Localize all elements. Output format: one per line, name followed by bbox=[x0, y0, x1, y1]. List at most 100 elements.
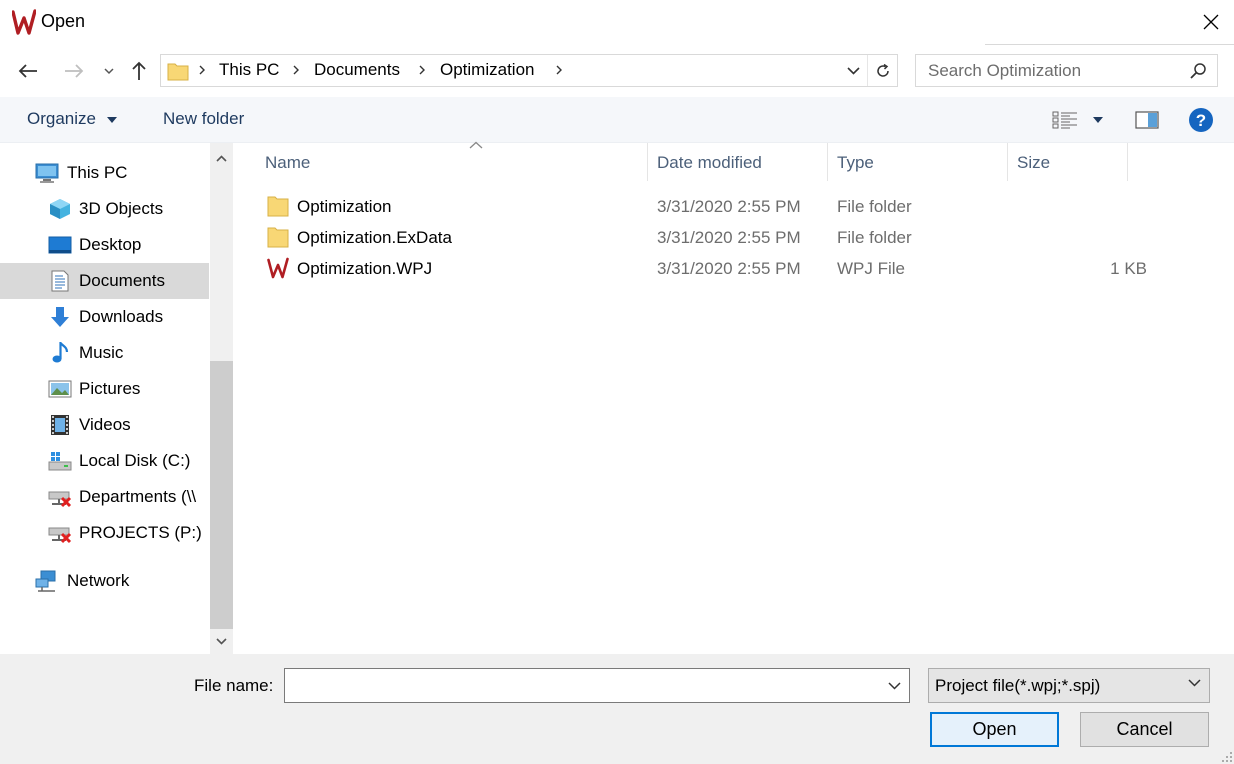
organize-menu-button[interactable]: Organize bbox=[27, 109, 118, 129]
refresh-icon bbox=[876, 63, 889, 77]
command-toolbar: Organize New folder ? bbox=[0, 97, 1234, 143]
column-header-name[interactable]: Name bbox=[257, 141, 647, 181]
desktop-icon bbox=[48, 236, 72, 254]
recent-locations-button[interactable] bbox=[100, 60, 118, 82]
file-type: File folder bbox=[837, 197, 912, 216]
pictures-icon bbox=[48, 380, 72, 398]
column-header-date-modified[interactable]: Date modified bbox=[648, 143, 827, 181]
file-type-filter-select[interactable]: Project file(*.wpj;*.spj) bbox=[928, 668, 1210, 703]
column-header-size[interactable]: Size bbox=[1008, 143, 1127, 181]
sidebar-item-music[interactable]: Music bbox=[0, 335, 209, 371]
breadcrumb-this-pc[interactable]: This PC bbox=[219, 60, 279, 80]
file-name-dropdown[interactable] bbox=[880, 669, 909, 702]
sidebar-scrollbar[interactable] bbox=[210, 143, 233, 654]
sidebar-label-music: Music bbox=[79, 343, 124, 362]
wpj-file-icon bbox=[267, 257, 289, 279]
forward-button[interactable] bbox=[60, 58, 88, 84]
computer-icon bbox=[35, 163, 59, 183]
file-row[interactable]: Optimization.ExData 3/31/2020 2:55 PM Fi… bbox=[263, 222, 1158, 253]
w-logo-icon bbox=[12, 9, 36, 35]
caret-down-icon bbox=[106, 116, 117, 123]
file-size: 1 KB bbox=[1110, 259, 1147, 278]
svg-text:?: ? bbox=[1196, 111, 1206, 130]
file-row[interactable]: Optimization 3/31/2020 2:55 PM File fold… bbox=[263, 191, 1158, 222]
sidebar-item-3d-objects[interactable]: 3D Objects bbox=[0, 191, 209, 227]
file-name-input[interactable] bbox=[284, 668, 910, 703]
title-bar: Open bbox=[0, 0, 1234, 44]
file-type-filter-value: Project file(*.wpj;*.spj) bbox=[935, 676, 1101, 695]
breadcrumb-documents[interactable]: Documents bbox=[314, 60, 400, 80]
network-drive-disconnected-icon bbox=[48, 527, 72, 544]
sidebar-label-local-disk: Local Disk (C:) bbox=[79, 451, 191, 470]
column-label-date: Date modified bbox=[657, 153, 762, 172]
network-icon bbox=[35, 570, 56, 592]
scroll-up-button[interactable] bbox=[210, 147, 233, 169]
sidebar-item-departments[interactable]: Departments (\\ bbox=[0, 479, 209, 515]
sidebar-item-projects[interactable]: PROJECTS (P:) bbox=[0, 515, 209, 551]
sidebar-label-3d-objects: 3D Objects bbox=[79, 199, 164, 218]
chevron-down-icon bbox=[1188, 679, 1201, 687]
change-view-button[interactable] bbox=[1050, 107, 1106, 133]
search-icon bbox=[1190, 63, 1206, 79]
close-button[interactable] bbox=[1188, 0, 1234, 44]
details-view-icon bbox=[1052, 111, 1077, 129]
resize-grip-icon[interactable] bbox=[1220, 750, 1234, 764]
address-bar[interactable]: This PC Documents Optimization bbox=[160, 54, 898, 87]
cube-icon bbox=[50, 199, 70, 219]
help-button[interactable]: ? bbox=[1187, 106, 1215, 134]
address-history-dropdown[interactable] bbox=[839, 55, 867, 86]
chevron-up-icon bbox=[216, 154, 227, 162]
search-input[interactable]: Search Optimization bbox=[915, 54, 1218, 87]
close-icon bbox=[1203, 14, 1219, 30]
file-name: Optimization.WPJ bbox=[297, 259, 433, 278]
sidebar-item-desktop[interactable]: Desktop bbox=[0, 227, 209, 263]
file-type: WPJ File bbox=[837, 259, 905, 278]
sidebar-item-network[interactable]: Network bbox=[0, 563, 209, 599]
folder-icon bbox=[167, 63, 189, 81]
arrow-right-icon bbox=[65, 64, 84, 78]
music-icon bbox=[52, 342, 69, 363]
sidebar-item-videos[interactable]: Videos bbox=[0, 407, 209, 443]
back-button[interactable] bbox=[14, 58, 42, 84]
column-header-type[interactable]: Type bbox=[828, 143, 1007, 181]
sidebar-item-pictures[interactable]: Pictures bbox=[0, 371, 209, 407]
organize-label: Organize bbox=[27, 109, 96, 128]
sidebar-label-departments: Departments (\\ bbox=[79, 487, 197, 506]
refresh-button[interactable] bbox=[867, 55, 897, 86]
cancel-button[interactable]: Cancel bbox=[1080, 712, 1209, 747]
column-label-size: Size bbox=[1017, 153, 1051, 172]
breadcrumb-optimization[interactable]: Optimization bbox=[440, 60, 534, 80]
preview-pane-button[interactable] bbox=[1133, 107, 1161, 133]
sidebar-item-documents[interactable]: Documents bbox=[0, 263, 209, 299]
sidebar-label-network: Network bbox=[67, 571, 130, 590]
window-title: Open bbox=[41, 11, 86, 31]
scroll-thumb[interactable] bbox=[210, 361, 233, 629]
sidebar-label-videos: Videos bbox=[79, 415, 131, 434]
chevron-down-icon bbox=[846, 66, 860, 75]
chevron-down-icon bbox=[888, 681, 901, 690]
sidebar-label-downloads: Downloads bbox=[79, 307, 164, 326]
column-divider[interactable] bbox=[1127, 143, 1128, 181]
sidebar-label-this-pc: This PC bbox=[67, 163, 128, 182]
up-button[interactable] bbox=[126, 58, 152, 84]
file-name-label: File name: bbox=[194, 676, 274, 695]
network-drive-disconnected-icon bbox=[48, 491, 72, 508]
file-date: 3/31/2020 2:55 PM bbox=[657, 259, 801, 278]
column-label-name: Name bbox=[265, 153, 311, 172]
sidebar-item-this-pc[interactable]: This PC bbox=[0, 155, 209, 191]
sidebar-item-local-disk[interactable]: Local Disk (C:) bbox=[0, 443, 209, 479]
file-row[interactable]: Optimization.WPJ 3/31/2020 2:55 PM WPJ F… bbox=[263, 253, 1158, 284]
open-button[interactable]: Open bbox=[930, 712, 1059, 747]
sidebar-item-downloads[interactable]: Downloads bbox=[0, 299, 209, 335]
sidebar-label-projects: PROJECTS (P:) bbox=[79, 523, 202, 542]
file-date: 3/31/2020 2:55 PM bbox=[657, 228, 801, 247]
new-folder-button[interactable]: New folder bbox=[163, 109, 244, 129]
file-date: 3/31/2020 2:55 PM bbox=[657, 197, 801, 216]
search-placeholder: Search Optimization bbox=[928, 61, 1082, 80]
videos-icon bbox=[51, 415, 69, 435]
breadcrumb-separator-icon bbox=[199, 65, 205, 75]
dialog-footer: File name: Project file(*.wpj;*.spj) Ope… bbox=[0, 654, 1234, 764]
help-icon: ? bbox=[1189, 108, 1213, 132]
scroll-down-button[interactable] bbox=[210, 630, 233, 652]
sidebar-label-documents: Documents bbox=[79, 271, 165, 290]
